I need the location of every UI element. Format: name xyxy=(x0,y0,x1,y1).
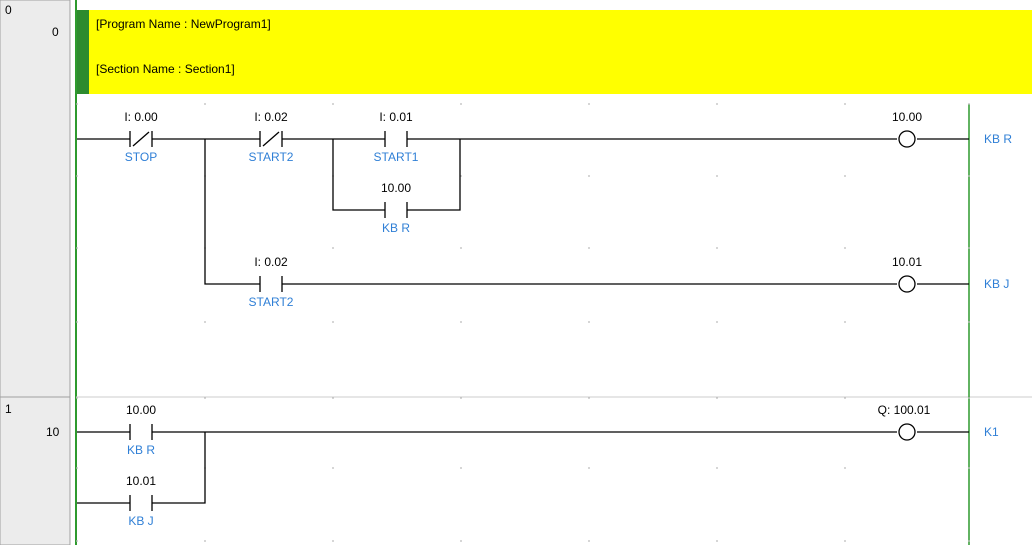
contact-address: I: 0.02 xyxy=(254,255,288,269)
rung-number: 0 xyxy=(5,3,12,17)
no-contact-kbr[interactable] xyxy=(129,424,153,440)
grid-dot xyxy=(588,247,590,249)
grid-dot xyxy=(76,397,78,399)
coil-address: Q: 100.01 xyxy=(878,403,931,417)
grid-dots xyxy=(76,103,970,542)
grid-dot xyxy=(76,247,78,249)
contact-address: 10.00 xyxy=(126,403,156,417)
grid-dot xyxy=(460,103,462,105)
grid-dot xyxy=(716,321,718,323)
no-contact-kbr-seal[interactable] xyxy=(384,202,408,218)
program-name-comment: [Program Name : NewProgram1] xyxy=(96,17,271,31)
grid-dot xyxy=(76,321,78,323)
contact-symbol: START2 xyxy=(249,295,294,309)
grid-dot xyxy=(332,103,334,105)
wires xyxy=(77,138,969,504)
grid-dot xyxy=(968,247,970,249)
grid-dot xyxy=(716,540,718,542)
contact-address: I: 0.02 xyxy=(254,110,288,124)
grid-dot xyxy=(460,467,462,469)
grid-dot xyxy=(968,397,970,399)
grid-dot xyxy=(716,467,718,469)
grid-dot xyxy=(204,540,206,542)
grid-dot xyxy=(460,321,462,323)
contact-symbol: START1 xyxy=(374,150,419,164)
grid-dot xyxy=(588,540,590,542)
grid-dot xyxy=(204,397,206,399)
contact-address: I: 0.00 xyxy=(124,110,158,124)
grid-dot xyxy=(968,175,970,177)
grid-dot xyxy=(332,247,334,249)
step-number: 10 xyxy=(46,425,60,439)
section-name-comment: [Section Name : Section1] xyxy=(96,62,235,76)
contact-symbol: KB R xyxy=(127,443,155,457)
grid-dot xyxy=(968,321,970,323)
grid-dot xyxy=(460,247,462,249)
grid-dot xyxy=(844,175,846,177)
rung-0-wire-kbj xyxy=(204,139,969,285)
nc-contact-start2[interactable] xyxy=(259,131,283,147)
grid-dot xyxy=(460,397,462,399)
grid-dot xyxy=(716,397,718,399)
contact-address: 10.00 xyxy=(381,181,411,195)
no-contact-kbj[interactable] xyxy=(129,495,153,511)
grid-dot xyxy=(716,103,718,105)
ladder-diagram[interactable]: 0 0 1 10 [Program Name : NewProgram1] [S… xyxy=(0,0,1032,545)
grid-dot xyxy=(332,321,334,323)
coil-kbj[interactable] xyxy=(898,275,916,293)
coil-symbol: KB R xyxy=(984,132,1012,146)
grid-dot xyxy=(76,467,78,469)
coil-address: 10.00 xyxy=(892,110,922,124)
grid-dot xyxy=(716,175,718,177)
contact-symbol: KB R xyxy=(382,221,410,235)
coil-kbr[interactable] xyxy=(898,130,916,148)
grid-dot xyxy=(716,247,718,249)
grid-dot xyxy=(588,175,590,177)
grid-dot xyxy=(204,321,206,323)
grid-dot xyxy=(204,103,206,105)
grid-dot xyxy=(76,103,78,105)
grid-dot xyxy=(332,467,334,469)
grid-dot xyxy=(332,397,334,399)
coil-symbol: K1 xyxy=(984,425,999,439)
grid-dot xyxy=(588,321,590,323)
grid-dot xyxy=(844,103,846,105)
grid-dot xyxy=(968,103,970,105)
nc-contact-stop[interactable] xyxy=(129,131,153,147)
contact-symbol: STOP xyxy=(125,150,157,164)
contact-address: I: 0.01 xyxy=(379,110,413,124)
grid-dot xyxy=(460,540,462,542)
contact-address: 10.01 xyxy=(126,474,156,488)
grid-dot xyxy=(844,247,846,249)
grid-dot xyxy=(968,467,970,469)
grid-dot xyxy=(844,540,846,542)
comment-marker xyxy=(77,10,89,94)
grid-dot xyxy=(332,540,334,542)
grid-dot xyxy=(588,467,590,469)
grid-dot xyxy=(76,175,78,177)
grid-dot xyxy=(76,540,78,542)
grid-dot xyxy=(588,103,590,105)
coil-address: 10.01 xyxy=(892,255,922,269)
coil-symbol: KB J xyxy=(984,277,1009,291)
rung-0-header[interactable] xyxy=(0,0,71,398)
grid-dot xyxy=(844,397,846,399)
no-contact-start1[interactable] xyxy=(384,131,408,147)
grid-dot xyxy=(588,397,590,399)
step-number: 0 xyxy=(52,25,59,39)
no-contact-start2[interactable] xyxy=(259,276,283,292)
contact-symbol: START2 xyxy=(249,150,294,164)
grid-dot xyxy=(844,467,846,469)
grid-dot xyxy=(968,540,970,542)
grid-dot xyxy=(844,321,846,323)
rung-number: 1 xyxy=(5,402,12,416)
contact-symbol: KB J xyxy=(128,514,153,528)
coil-k1[interactable] xyxy=(898,423,916,441)
rung-1-header[interactable] xyxy=(0,396,71,545)
